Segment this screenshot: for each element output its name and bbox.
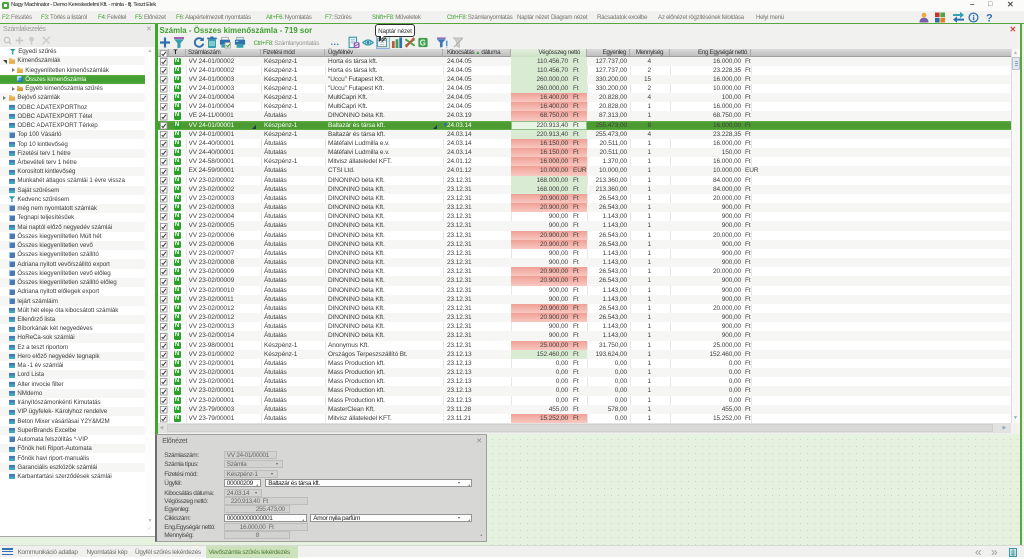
svg-text:?: ? [986,12,993,23]
svg-text:G: G [420,38,426,47]
